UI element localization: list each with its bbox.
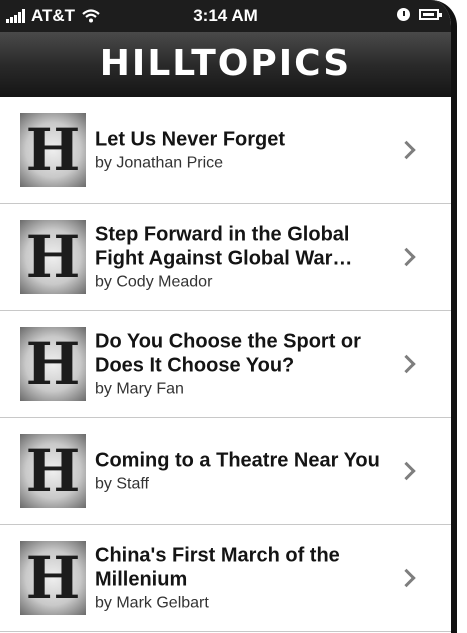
- article-title: Step Forward in the Global Fight Against…: [95, 223, 353, 270]
- phone-frame: AT&T 3:14 AM HILLTOPICS H Let Us Never F…: [0, 0, 457, 633]
- article-byline: by Staff: [95, 475, 149, 493]
- thumbnail-letter: H: [25, 223, 81, 291]
- article-list: H Let Us Never Forget by Jonathan Price …: [0, 97, 451, 632]
- article-thumbnail: H: [20, 434, 86, 508]
- battery-icon: [419, 9, 442, 20]
- article-thumbnail: H: [20, 541, 86, 615]
- list-item[interactable]: H China's First March of the Millenium b…: [0, 525, 451, 632]
- status-bar: AT&T 3:14 AM: [0, 0, 451, 32]
- thumbnail-letter: H: [25, 437, 81, 505]
- thumbnail-letter: H: [25, 116, 81, 184]
- article-byline: by Mary Fan: [95, 380, 184, 398]
- article-text: Let Us Never Forget by Jonathan Price: [95, 128, 395, 173]
- thumbnail-letter: H: [25, 330, 81, 398]
- article-title: Do You Choose the Sport or Does It Choos…: [95, 330, 361, 377]
- list-item[interactable]: H Let Us Never Forget by Jonathan Price: [0, 97, 451, 204]
- article-text: Coming to a Theatre Near You by Staff: [95, 449, 395, 494]
- article-text: Do You Choose the Sport or Does It Choos…: [95, 330, 395, 399]
- article-title: China's First March of the Millenium: [95, 544, 340, 591]
- thumbnail-letter: H: [25, 544, 81, 612]
- chevron-right-icon: [397, 461, 416, 481]
- list-item[interactable]: H Do You Choose the Sport or Does It Cho…: [0, 311, 451, 418]
- app-title: HILLTOPICS: [99, 43, 352, 84]
- status-right: [397, 8, 442, 21]
- article-thumbnail: H: [20, 113, 86, 187]
- article-title: Coming to a Theatre Near You: [95, 449, 380, 472]
- article-text: China's First March of the Millenium by …: [95, 544, 395, 613]
- list-item[interactable]: H Step Forward in the Global Fight Again…: [0, 204, 451, 311]
- list-item[interactable]: H Coming to a Theatre Near You by Staff: [0, 418, 451, 525]
- article-thumbnail: H: [20, 220, 86, 294]
- article-byline: by Mark Gelbart: [95, 594, 209, 612]
- chevron-right-icon: [397, 247, 416, 267]
- clock-icon: [397, 8, 410, 21]
- article-byline: by Jonathan Price: [95, 154, 224, 172]
- article-thumbnail: H: [20, 327, 86, 401]
- status-time: 3:14 AM: [193, 6, 258, 25]
- article-title: Let Us Never Forget: [95, 128, 286, 151]
- chevron-right-icon: [397, 568, 416, 588]
- article-text: Step Forward in the Global Fight Against…: [95, 223, 395, 292]
- article-byline: by Cody Meador: [95, 273, 213, 291]
- navigation-bar: HILLTOPICS: [0, 32, 451, 98]
- chevron-right-icon: [397, 354, 416, 374]
- chevron-right-icon: [397, 140, 416, 160]
